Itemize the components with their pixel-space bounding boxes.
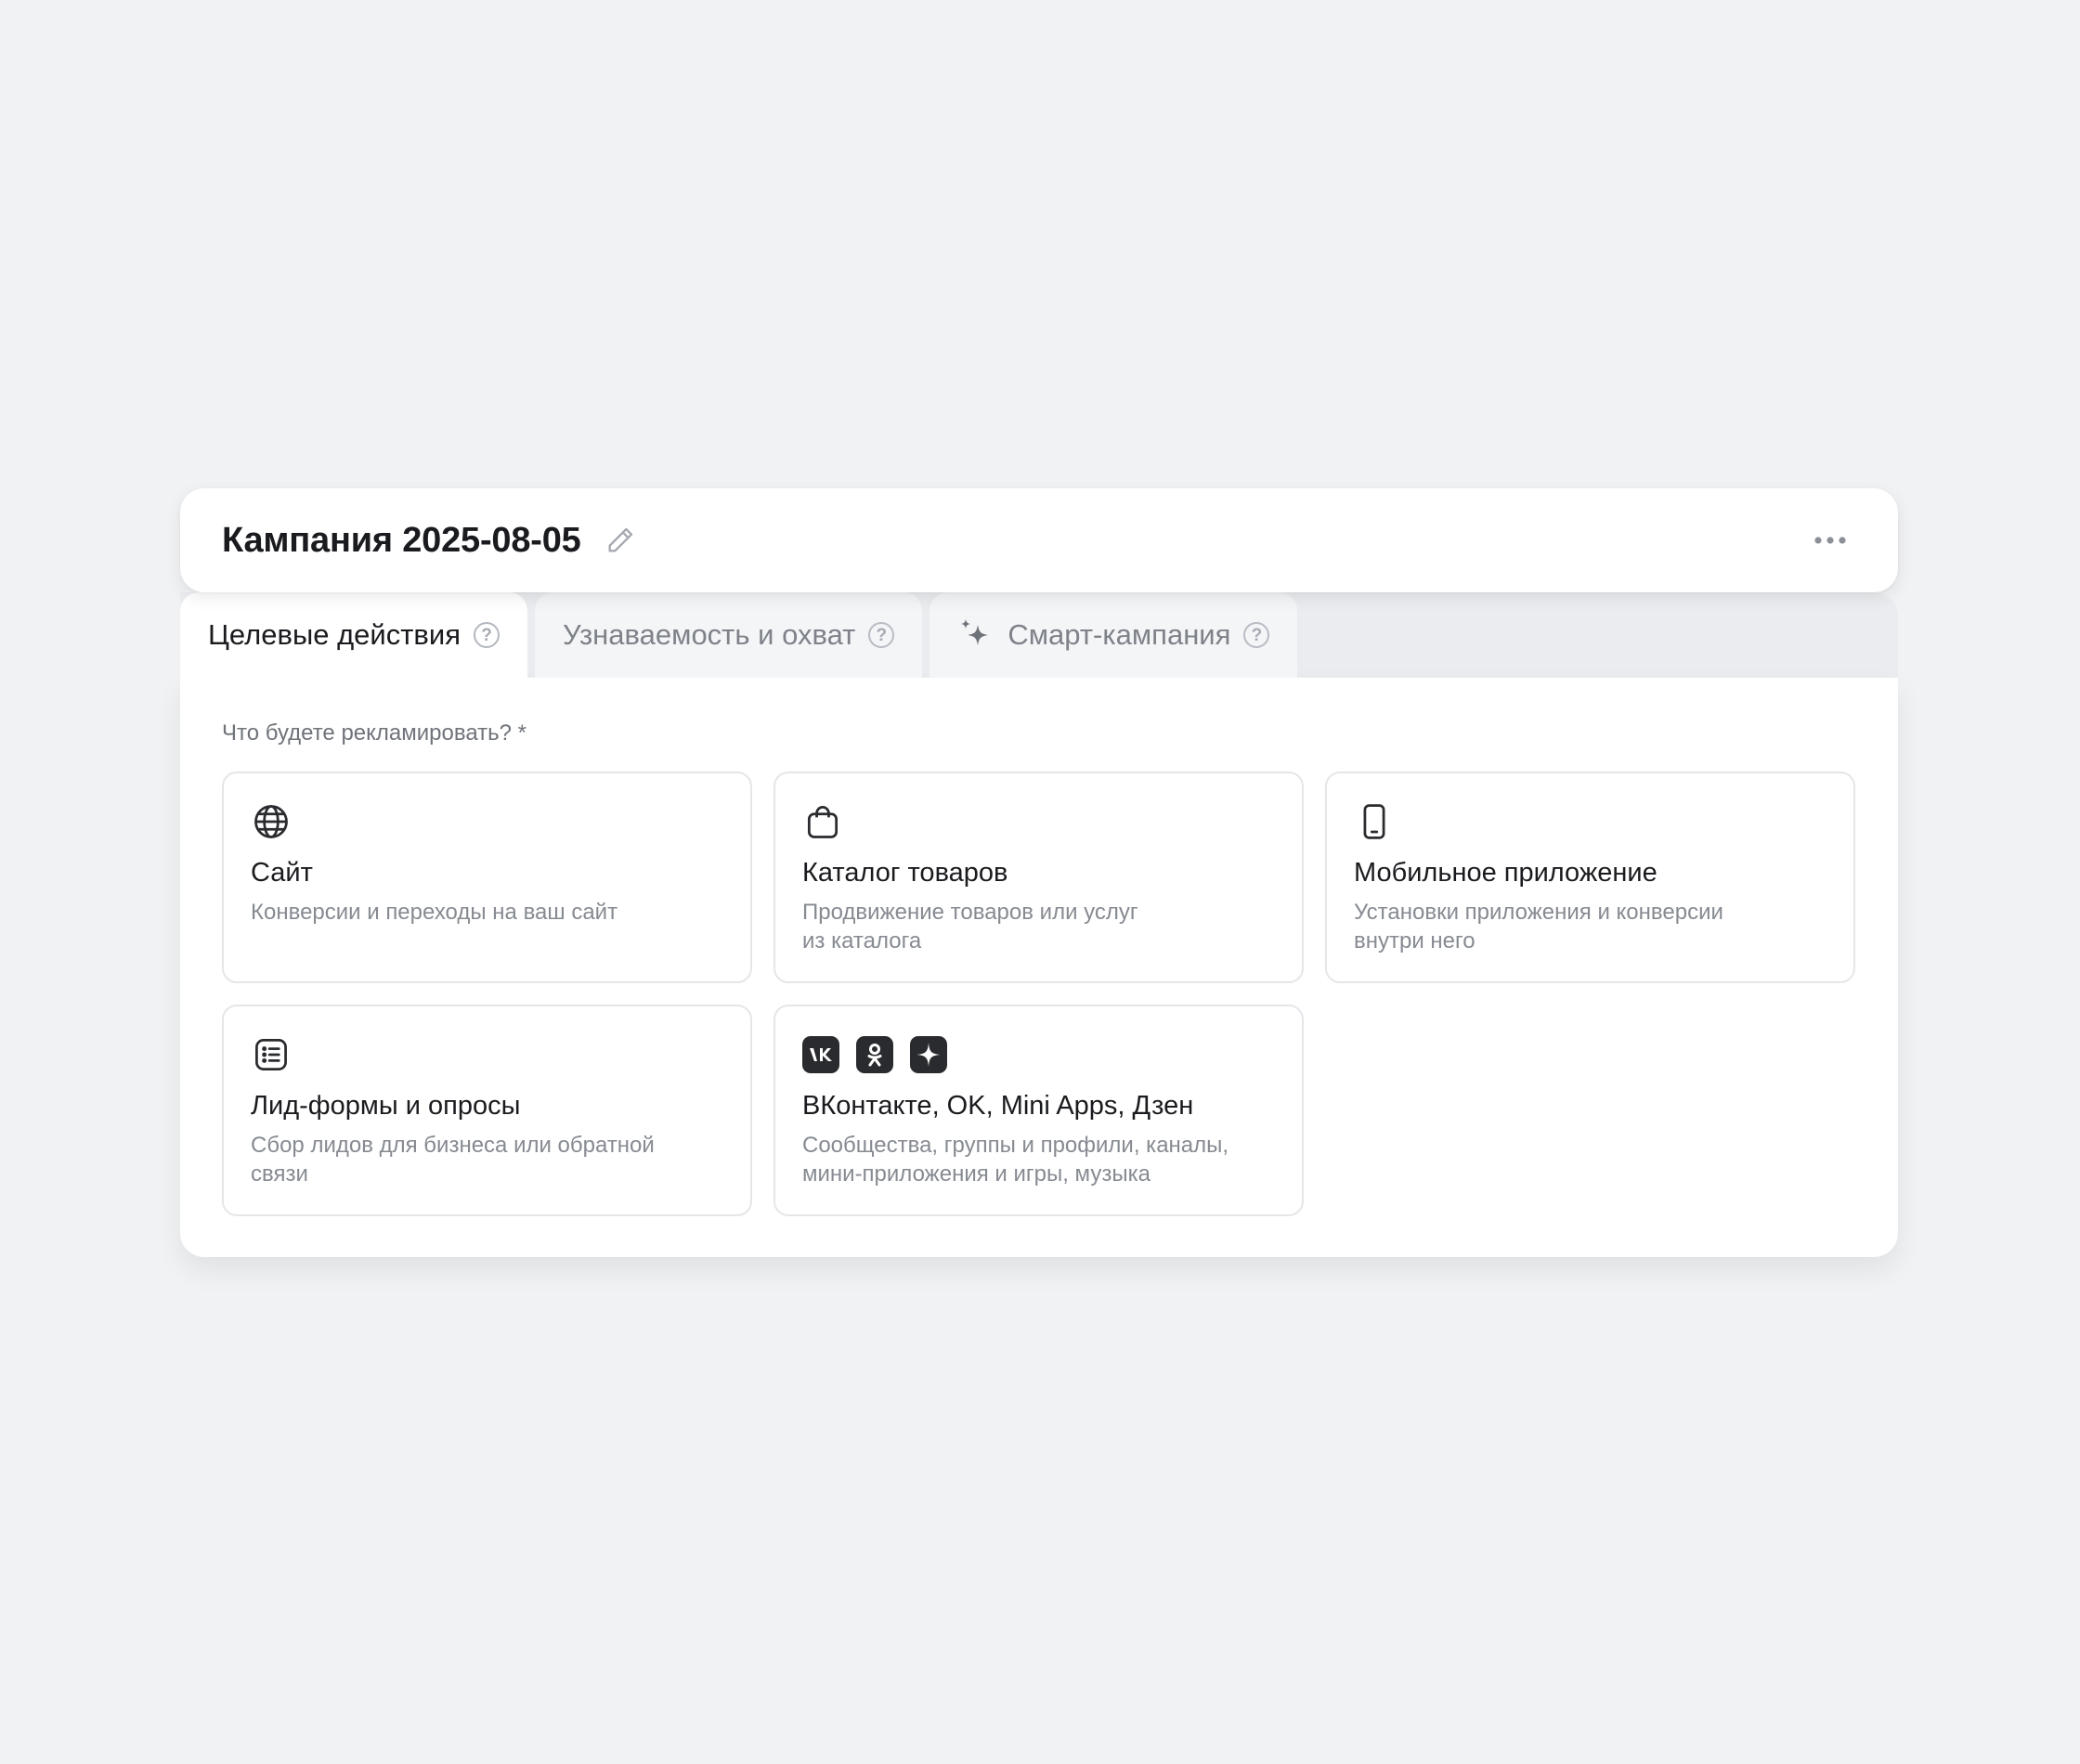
more-horizontal-icon xyxy=(1814,537,1846,544)
list-form-icon xyxy=(255,1039,287,1070)
card-title: Каталог товаров xyxy=(802,858,1008,888)
smartphone-icon xyxy=(1363,804,1385,839)
tab-smart-campaign[interactable]: Смарт-кампания ? xyxy=(930,592,1298,678)
card-title: Мобильное приложение xyxy=(1354,858,1658,888)
tab-label: Смарт-кампания xyxy=(1008,618,1231,651)
objective-card-site[interactable]: Сайт Конверсии и переходы на ваш сайт xyxy=(222,772,752,983)
tab-bar: Целевые действия ? Узнаваемость и охват … xyxy=(180,592,1898,678)
vk-icon xyxy=(802,1036,839,1073)
card-description: Сообщества, группы и профили, каналы, ми… xyxy=(802,1133,1229,1187)
shopping-bag-icon xyxy=(807,806,838,838)
sparkle-icon xyxy=(961,619,989,645)
objective-card-mobile-app[interactable]: Мобильное приложение Установки приложени… xyxy=(1325,772,1855,983)
campaign-panel: Кампания 2025-08-05 Целевые действия ? У… xyxy=(180,488,1898,1257)
card-description: Конверсии и переходы на ваш сайт xyxy=(251,900,618,925)
edit-title-button[interactable] xyxy=(602,522,639,559)
pencil-icon xyxy=(608,527,632,552)
help-icon[interactable]: ? xyxy=(1243,622,1270,648)
zen-icon xyxy=(910,1036,947,1073)
objective-section: Что будете рекламировать? * Сайт Конверс… xyxy=(180,678,1898,1257)
help-icon[interactable]: ? xyxy=(474,622,500,648)
objective-grid: Сайт Конверсии и переходы на ваш сайт Ка… xyxy=(222,772,1856,1216)
tab-target-actions[interactable]: Целевые действия ? xyxy=(180,592,527,678)
objective-card-catalog[interactable]: Каталог товаров Продвижение товаров или … xyxy=(774,772,1304,983)
objective-card-vk-ecosystem[interactable]: ВКонтакте, OK, Mini Apps, Дзен Сообществ… xyxy=(774,1005,1304,1216)
globe-icon xyxy=(254,805,288,838)
tab-awareness-reach[interactable]: Узнаваемость и охват ? xyxy=(535,592,923,678)
objective-card-lead-forms[interactable]: Лид-формы и опросы Сбор лидов для бизнес… xyxy=(222,1005,752,1216)
card-title: Лид-формы и опросы xyxy=(251,1091,521,1121)
ok-icon xyxy=(856,1036,893,1073)
tab-label: Узнаваемость и охват xyxy=(563,618,856,651)
card-description: Установки приложения и конверсии внутри … xyxy=(1354,900,1723,953)
card-title: ВКонтакте, OK, Mini Apps, Дзен xyxy=(802,1091,1194,1121)
card-description: Сбор лидов для бизнеса или обратной связ… xyxy=(251,1133,655,1187)
objective-question: Что будете рекламировать? * xyxy=(222,720,527,746)
campaign-body: Целевые действия ? Узнаваемость и охват … xyxy=(180,555,1898,1257)
campaign-title: Кампания 2025-08-05 xyxy=(222,520,581,560)
tab-label: Целевые действия xyxy=(208,618,461,651)
more-options-button[interactable] xyxy=(1804,522,1856,559)
help-icon[interactable]: ? xyxy=(868,622,895,648)
card-title: Сайт xyxy=(251,858,313,888)
card-description: Продвижение товаров или услуг из каталог… xyxy=(802,900,1138,953)
campaign-header: Кампания 2025-08-05 xyxy=(180,488,1898,592)
